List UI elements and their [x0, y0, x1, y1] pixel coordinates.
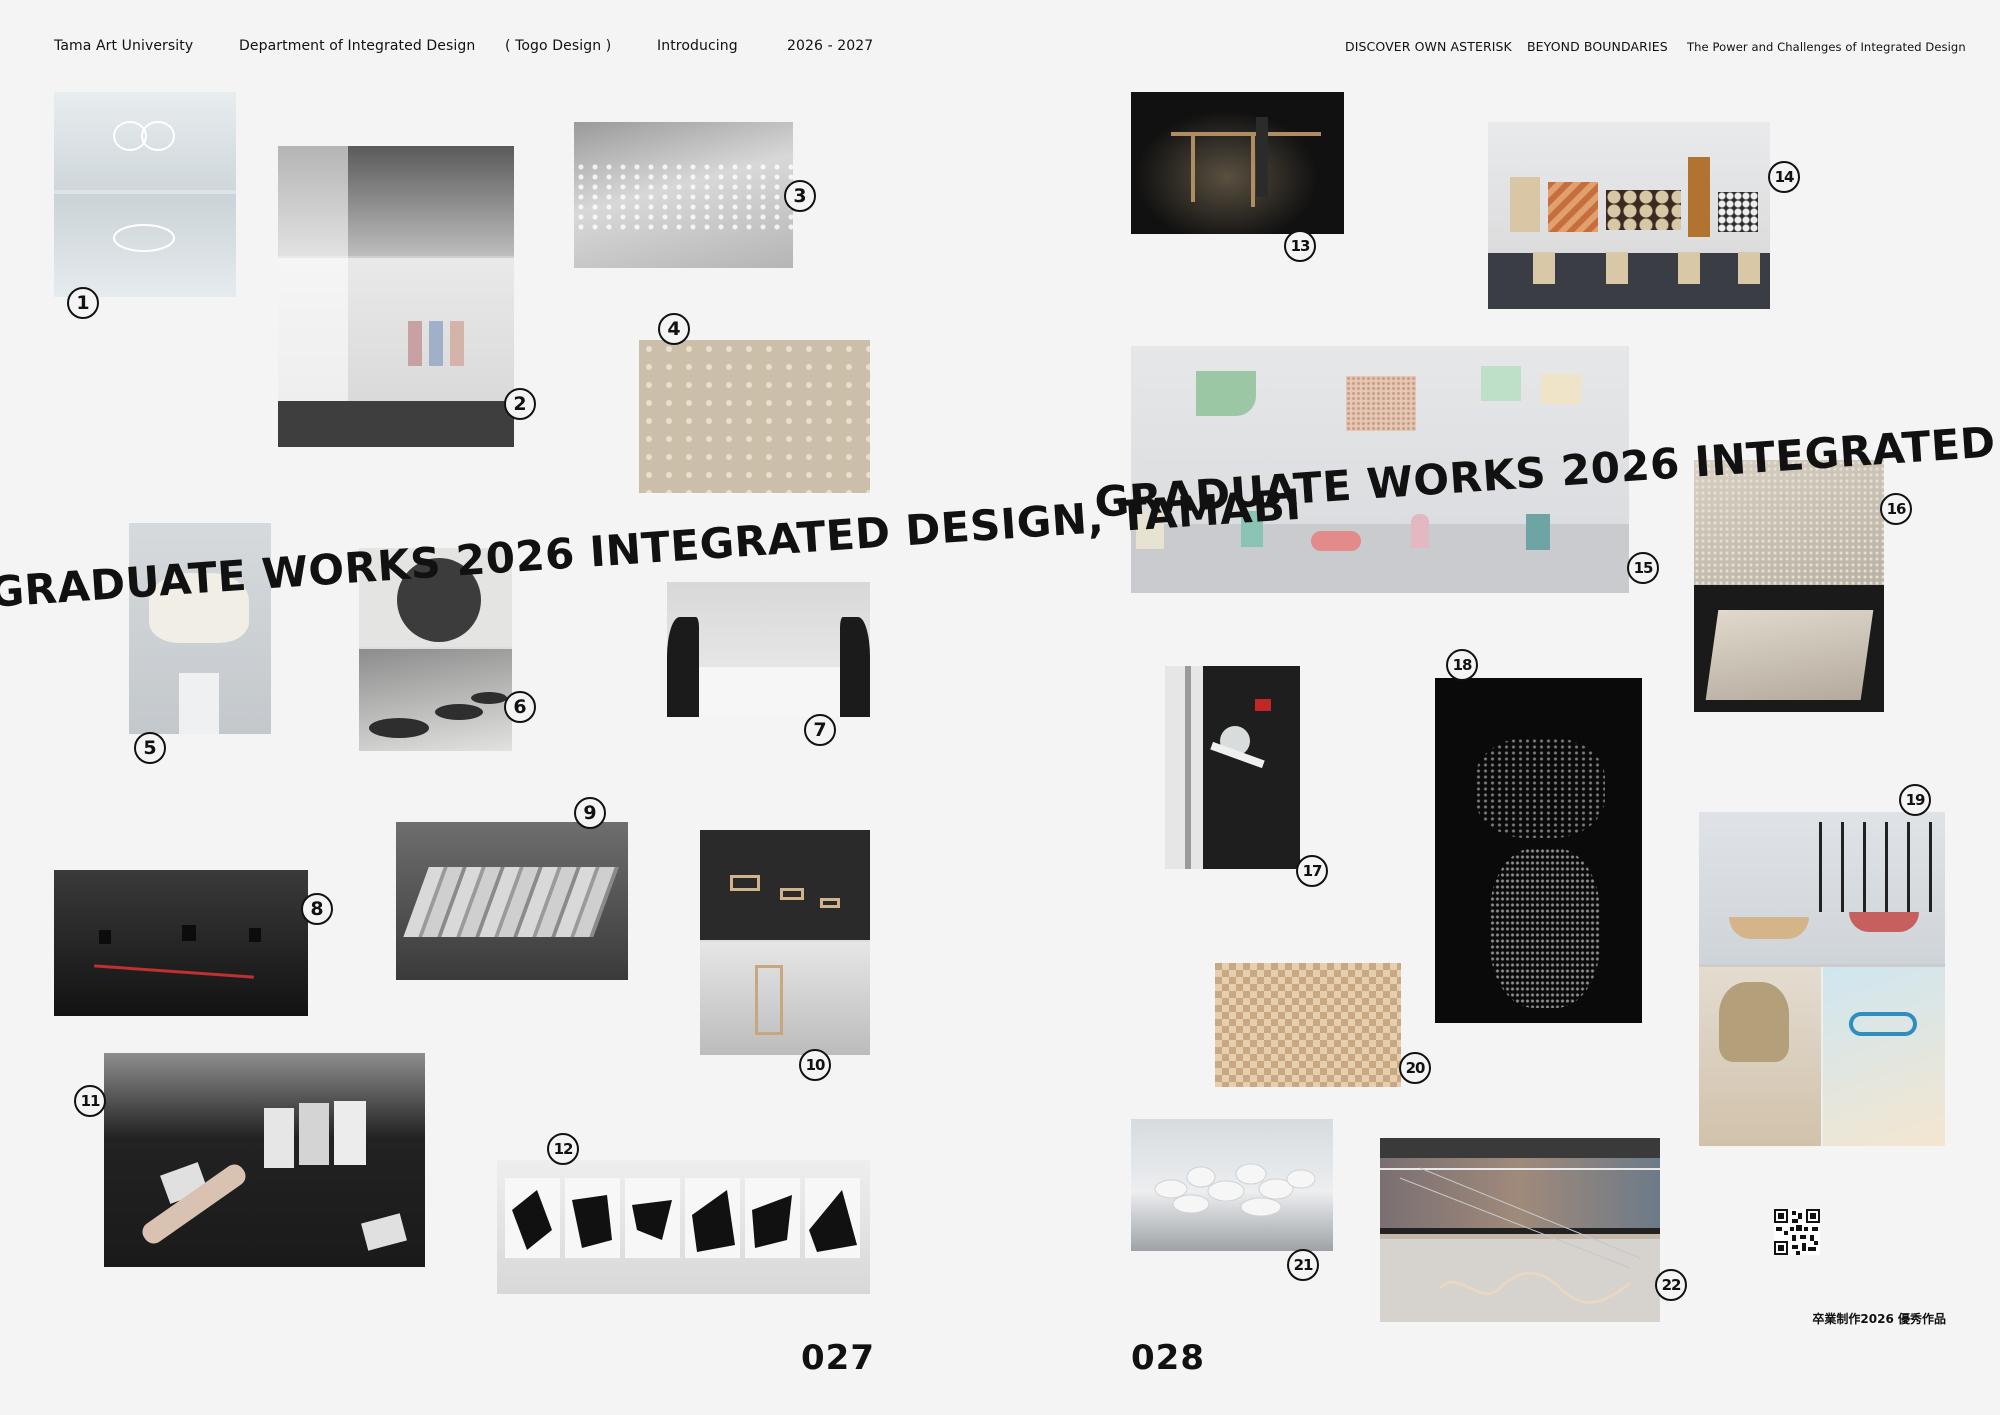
number-badge-11: 11 — [74, 1085, 106, 1117]
number-badge-13: 13 — [1284, 230, 1316, 262]
number-badge-22: 22 — [1655, 1269, 1687, 1301]
photo-18 — [1435, 678, 1642, 1023]
number-badge-17: 17 — [1296, 855, 1328, 887]
header-department: Department of Integrated Design — [239, 38, 476, 54]
photo-4 — [639, 340, 870, 493]
number-badge-21: 21 — [1287, 1249, 1319, 1281]
photo-22 — [1380, 1138, 1660, 1322]
header-years: 2026 - 2027 — [787, 38, 874, 54]
photo-2 — [278, 146, 514, 447]
photo-20 — [1215, 963, 1401, 1087]
photo-12 — [497, 1160, 870, 1294]
qr-code-icon — [1774, 1209, 1820, 1255]
photo-13 — [1131, 92, 1344, 234]
number-badge-15: 15 — [1627, 552, 1659, 584]
photo-7 — [667, 582, 870, 717]
number-badge-3: 3 — [784, 180, 816, 212]
number-badge-6: 6 — [504, 691, 536, 723]
number-badge-5: 5 — [134, 732, 166, 764]
photo-10 — [700, 830, 870, 1055]
number-badge-20: 20 — [1399, 1052, 1431, 1084]
page-number-right: 028 — [1131, 1338, 1205, 1378]
number-badge-2: 2 — [504, 388, 536, 420]
header-tag-boundaries: BEYOND BOUNDARIES — [1527, 39, 1668, 54]
number-badge-16: 16 — [1880, 493, 1912, 525]
header-tag-power: The Power and Challenges of Integrated D… — [1687, 40, 1966, 54]
photo-1 — [54, 92, 236, 297]
header-university: Tama Art University — [54, 38, 194, 54]
number-badge-9: 9 — [574, 797, 606, 829]
number-badge-18: 18 — [1446, 649, 1478, 681]
page-number-left: 027 — [801, 1338, 875, 1378]
number-badge-14: 14 — [1768, 161, 1800, 193]
photo-11 — [104, 1053, 425, 1267]
header-program: ( Togo Design ) — [505, 38, 612, 54]
photo-19 — [1699, 812, 1945, 1146]
number-badge-7: 7 — [804, 714, 836, 746]
header-tag-asterisk: DISCOVER OWN ASTERISK — [1345, 39, 1512, 54]
photo-3 — [574, 122, 793, 268]
number-badge-8: 8 — [301, 893, 333, 925]
photo-21 — [1131, 1119, 1333, 1251]
number-badge-10: 10 — [799, 1049, 831, 1081]
photo-8 — [54, 870, 308, 1016]
number-badge-4: 4 — [658, 313, 690, 345]
number-badge-19: 19 — [1899, 784, 1931, 816]
footer-caption: 卒業制作2026 優秀作品 — [1812, 1312, 1946, 1326]
photo-14 — [1488, 122, 1770, 309]
photo-17 — [1165, 666, 1300, 869]
number-badge-1: 1 — [67, 287, 99, 319]
header-section: Introducing — [657, 38, 738, 54]
photo-16 — [1694, 460, 1884, 712]
photo-9 — [396, 822, 628, 980]
number-badge-12: 12 — [547, 1133, 579, 1165]
